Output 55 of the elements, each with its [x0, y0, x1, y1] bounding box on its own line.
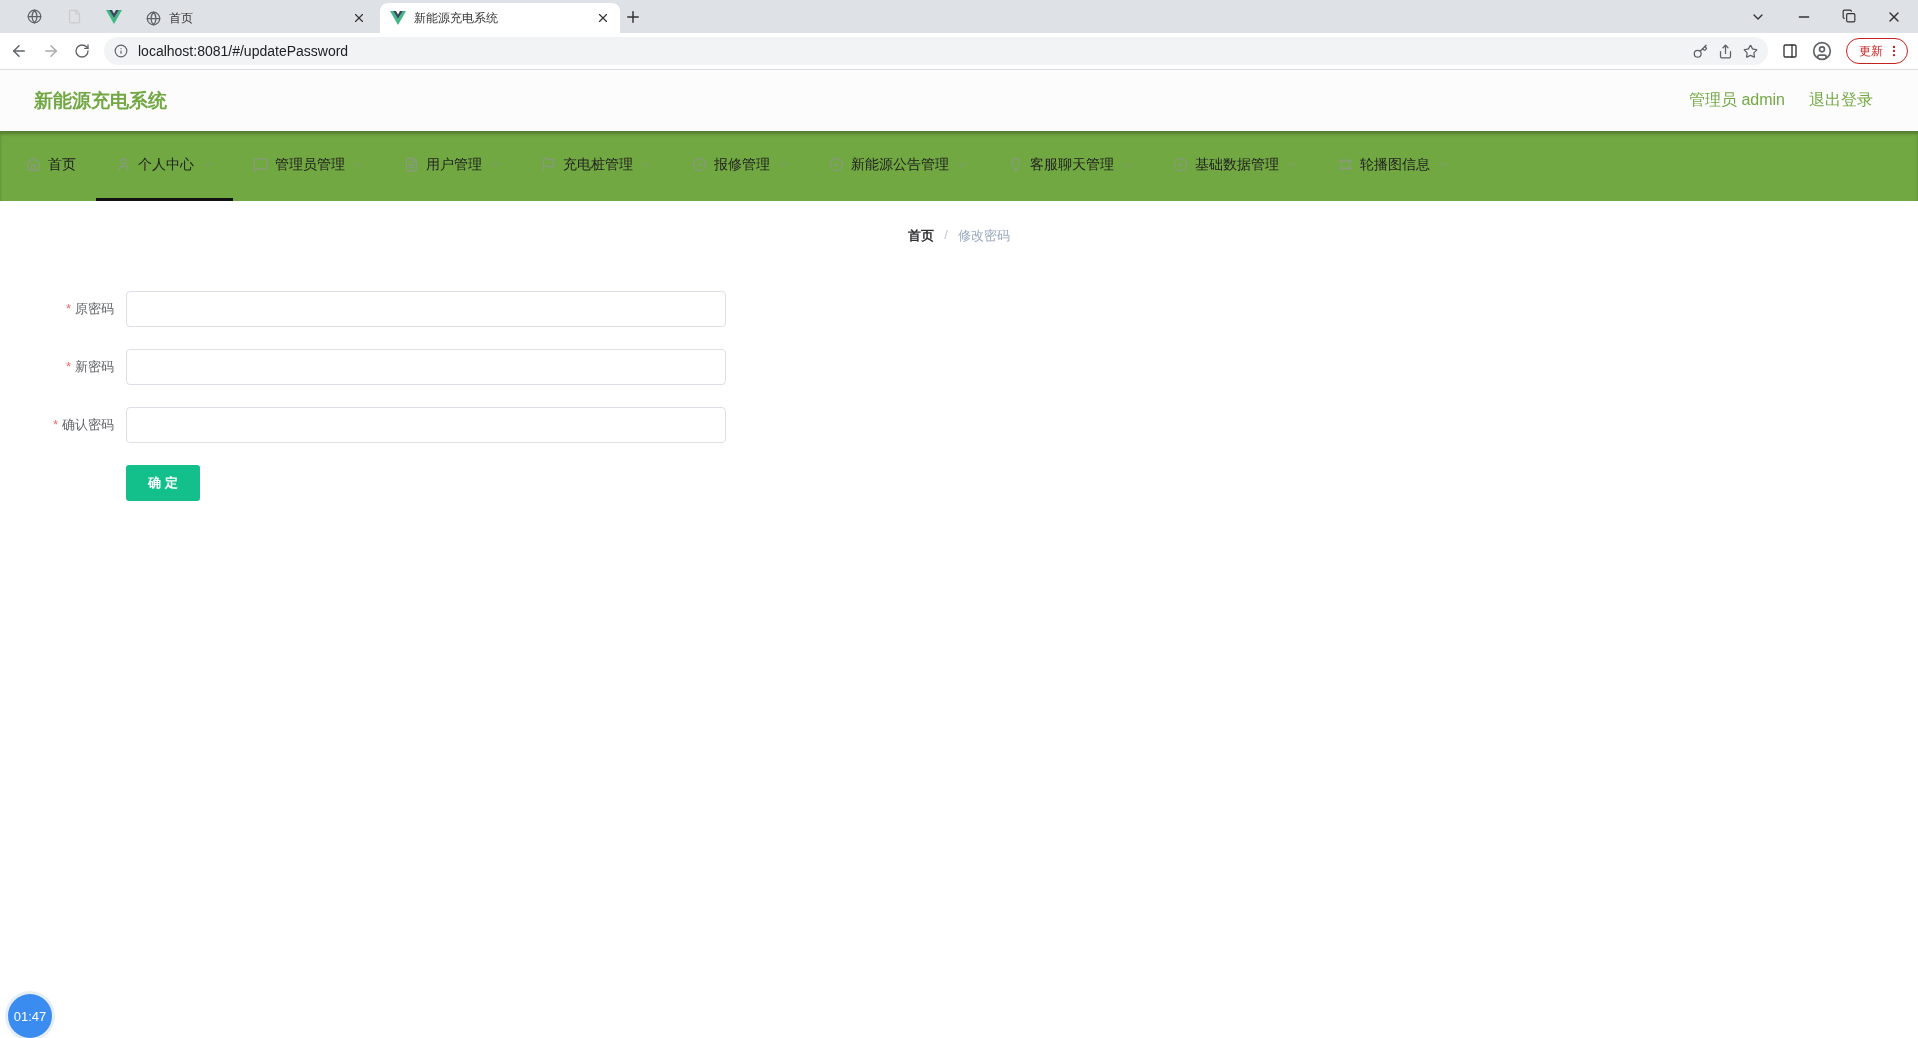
user-label: 管理员 admin	[1688, 90, 1785, 110]
nav-icon	[829, 157, 844, 172]
field-label: * 确认密码	[51, 416, 115, 434]
nav-item[interactable]: 首页	[6, 131, 96, 201]
nav-icon	[541, 157, 556, 172]
globe-icon	[26, 9, 42, 24]
nav-icon	[116, 157, 131, 172]
tab-title: 首页	[169, 9, 194, 27]
update-button[interactable]: 更新	[1846, 38, 1908, 64]
key-icon[interactable]	[1693, 43, 1708, 59]
field-label: * 新密码	[64, 358, 115, 376]
nav-item[interactable]: 用户管理	[384, 131, 521, 201]
nav-item[interactable]: 个人中心	[96, 131, 233, 201]
password-field[interactable]	[126, 349, 726, 385]
breadcrumb-separator: /	[944, 227, 948, 244]
nav-icon	[26, 157, 41, 172]
close-icon[interactable]	[352, 11, 366, 25]
reload-icon[interactable]	[74, 43, 90, 59]
share-icon[interactable]	[1718, 43, 1733, 59]
browser-tab[interactable]: 新能源充电系统	[380, 3, 620, 33]
globe-icon	[146, 10, 161, 26]
password-field[interactable]	[126, 291, 726, 327]
nav-item[interactable]: 新能源公告管理	[809, 131, 988, 201]
nav-icon	[1173, 157, 1188, 172]
nav-icon	[1008, 157, 1023, 172]
address-bar[interactable]: localhost:8081/#/updatePassword	[104, 37, 1768, 65]
star-icon[interactable]	[1743, 43, 1758, 59]
v-logo-icon	[106, 9, 122, 24]
nav-icon	[404, 157, 419, 172]
breadcrumb-item: 修改密码	[957, 227, 1010, 245]
site-title: 新能源充电系统	[34, 88, 167, 113]
v-logo-icon	[390, 11, 406, 25]
nav-item[interactable]: 轮播图信息	[1318, 131, 1469, 201]
nav-icon	[692, 157, 707, 172]
close-icon[interactable]	[596, 11, 610, 25]
nav-icon	[1338, 157, 1353, 172]
nav-item[interactable]: 客服聊天管理	[988, 131, 1153, 201]
field-label: * 原密码	[64, 300, 115, 318]
browser-tab[interactable]: 首页	[136, 3, 376, 33]
profile-icon[interactable]	[1812, 41, 1832, 61]
back-icon[interactable]	[10, 42, 28, 60]
side-panel-icon[interactable]	[1782, 43, 1798, 59]
url-text: localhost:8081/#/updatePassword	[138, 43, 350, 59]
breadcrumb-item[interactable]: 首页	[908, 227, 935, 245]
nav-item[interactable]: 充电桩管理	[521, 131, 672, 201]
nav-item[interactable]: 报修管理	[672, 131, 809, 201]
nav-item[interactable]: 管理员管理	[233, 131, 384, 201]
restore-icon[interactable]	[1842, 8, 1856, 25]
tab-title: 新能源充电系统	[414, 9, 499, 27]
timer-badge: 01:47	[8, 994, 52, 1038]
nav-icon	[253, 157, 268, 172]
password-field[interactable]	[126, 407, 726, 443]
page-icon	[66, 9, 82, 24]
nav-item[interactable]: 基础数据管理	[1153, 131, 1318, 201]
info-icon	[114, 44, 128, 58]
